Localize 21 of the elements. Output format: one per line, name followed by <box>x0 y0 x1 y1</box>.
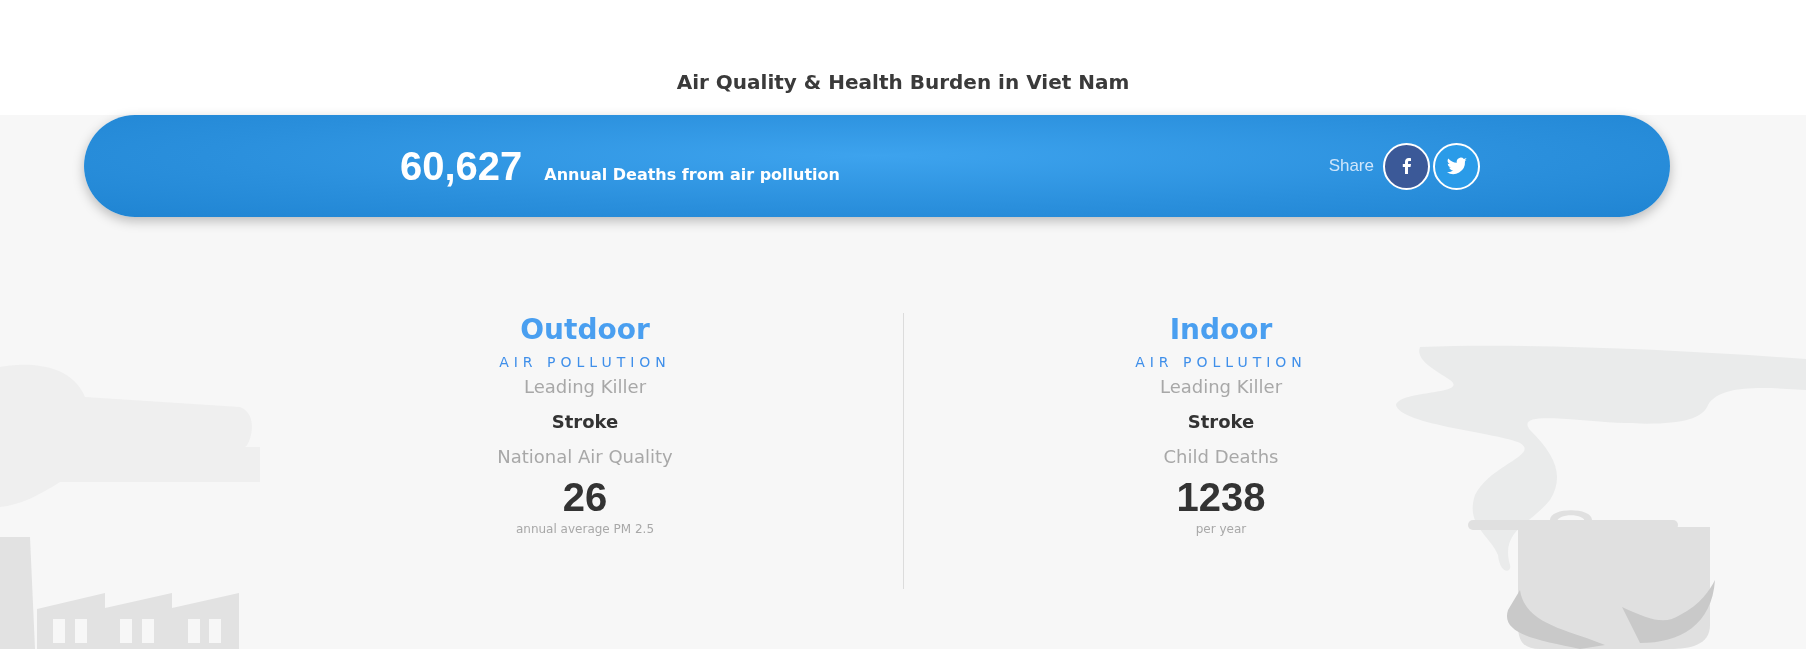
share-label: Share <box>1328 156 1374 176</box>
stat-unit: annual average PM 2.5 <box>515 522 655 536</box>
facebook-share-button[interactable] <box>1383 142 1430 190</box>
panel-title: Indoor <box>1169 313 1273 346</box>
stat-unit: per year <box>1195 522 1247 536</box>
killer-value: Stroke <box>1187 411 1255 432</box>
twitter-share-button[interactable] <box>1433 142 1480 190</box>
panel-subtitle: AIR POLLUTION <box>499 354 671 370</box>
death-label: Annual Deaths from air pollution <box>544 164 840 184</box>
stat-label: National Air Quality <box>497 446 673 467</box>
stat-value: 26 <box>562 475 608 520</box>
stat-value: 1238 <box>1176 475 1266 520</box>
stat-label: Child Deaths <box>1163 446 1279 467</box>
killer-label: Leading Killer <box>1159 376 1283 397</box>
killer-value: Stroke <box>551 411 619 432</box>
page-title: Air Quality & Health Burden in Viet Nam <box>676 70 1130 96</box>
killer-label: Leading Killer <box>523 376 647 397</box>
bird-icon <box>1445 155 1468 177</box>
panel-subtitle: AIR POLLUTION <box>1135 354 1307 370</box>
death-count: 60,627 <box>400 143 523 189</box>
panel-title: Outdoor <box>520 313 650 346</box>
